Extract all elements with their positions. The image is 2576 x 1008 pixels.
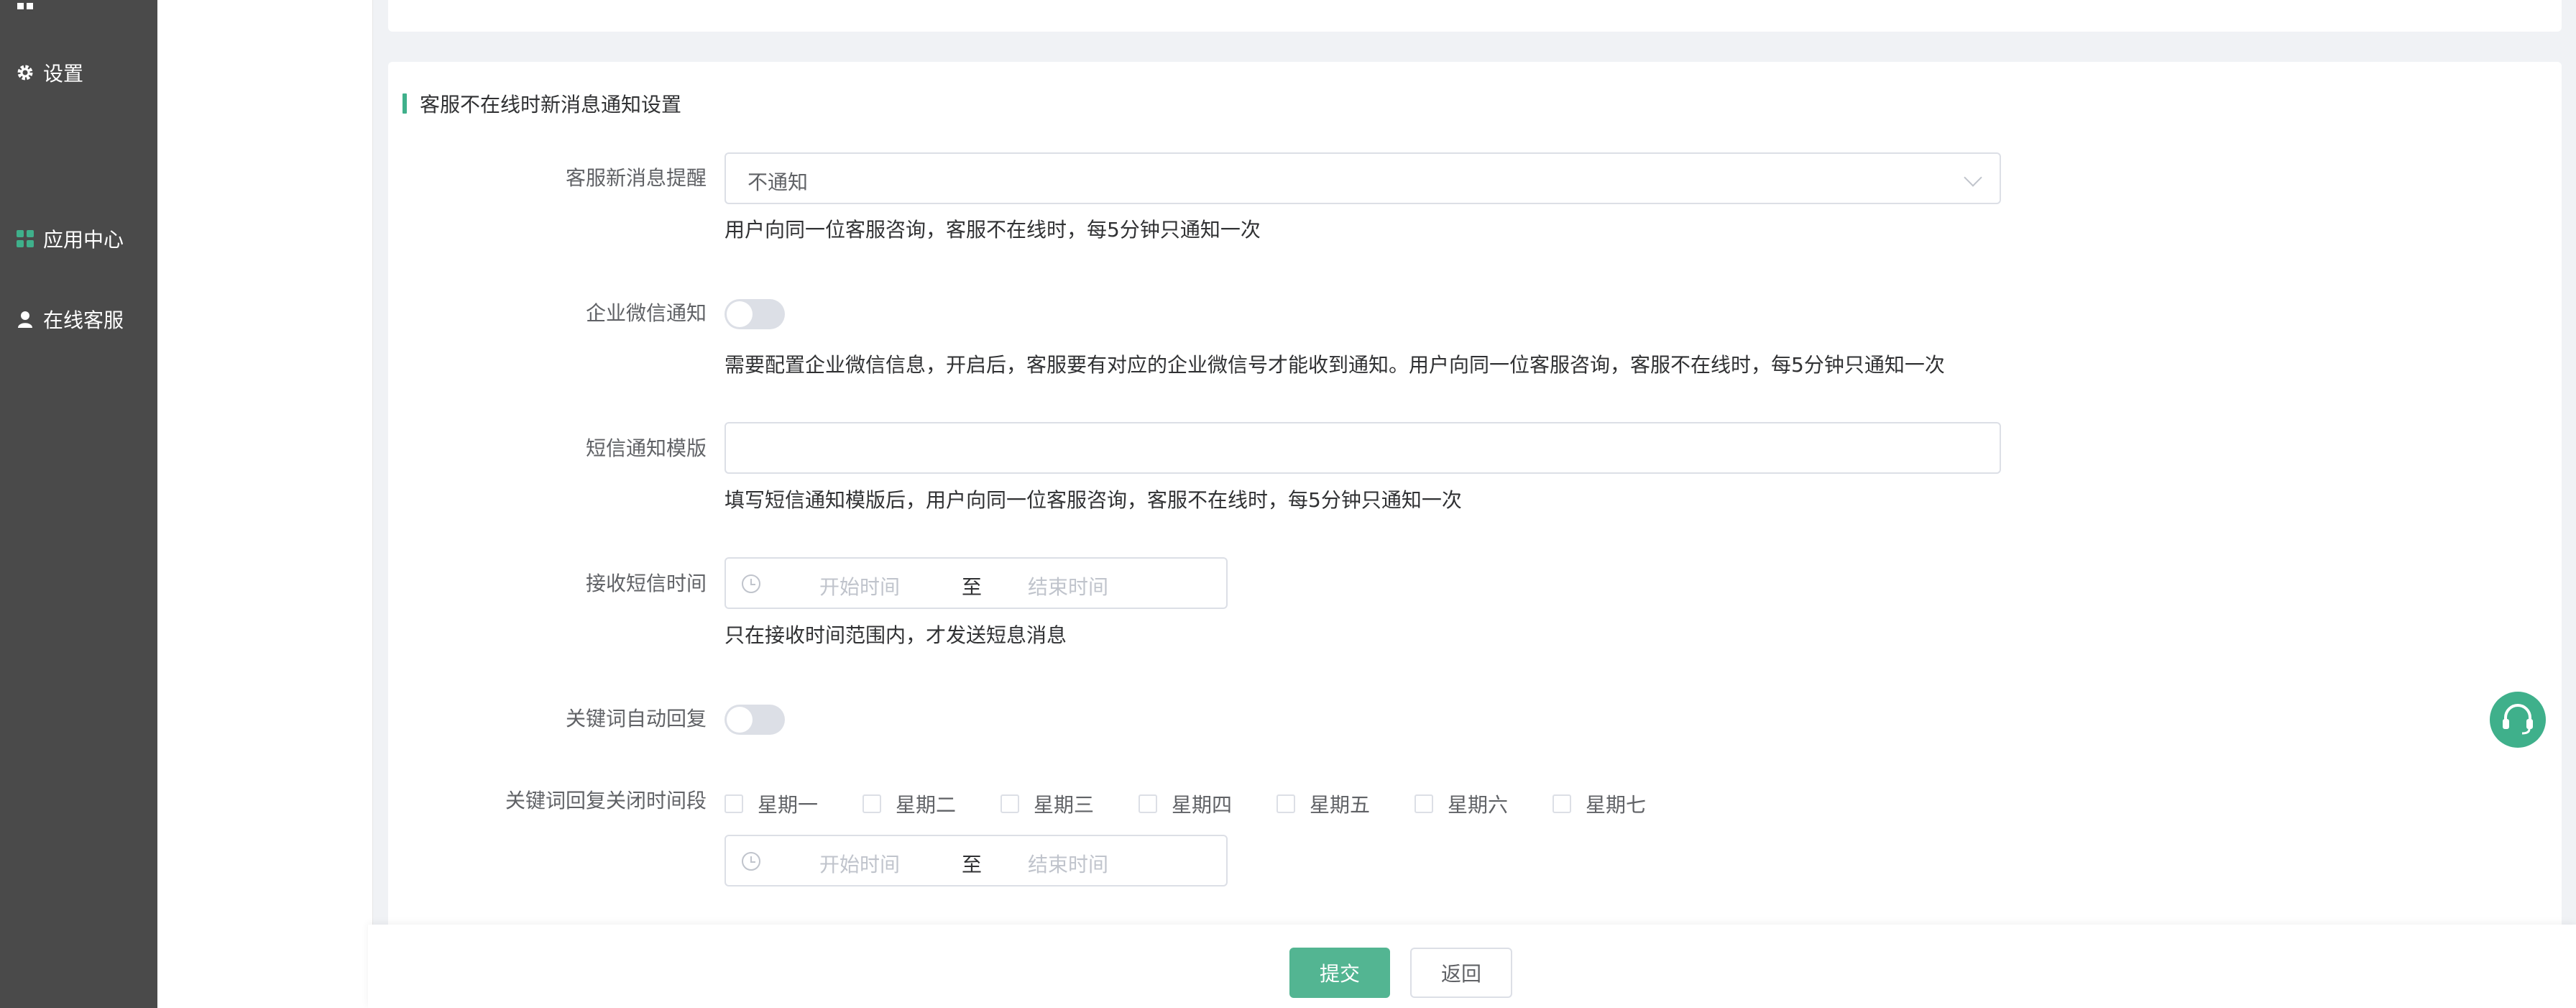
wecom-notify-help: 需要配置企业微信信息，开启后，客服要有对应的企业微信号才能收到通知。用户向同一位… — [724, 353, 1945, 377]
weekday-checkbox-sat[interactable]: 星期六 — [1414, 789, 1552, 818]
section-title: 客服不在线时新消息通知设置 — [402, 91, 681, 116]
customer-service-float-button[interactable] — [2490, 692, 2546, 748]
sidebar-item-online-service[interactable]: 在线客服 — [16, 305, 124, 334]
checkbox[interactable] — [862, 794, 881, 813]
range-separator: 至 — [962, 853, 983, 876]
user-icon — [16, 310, 34, 329]
sidebar-item-settings[interactable]: 设置 — [16, 58, 83, 87]
sms-time-label: 接收短信时间 — [585, 572, 707, 595]
headset-icon — [2503, 704, 2533, 735]
wecom-notify-label: 企业微信通知 — [585, 301, 707, 325]
checkbox[interactable] — [724, 794, 743, 813]
start-time-placeholder[interactable]: 开始时间 — [819, 849, 900, 878]
end-time-placeholder[interactable]: 结束时间 — [1028, 572, 1108, 600]
keyword-off-period-label: 关键词回复关闭时间段 — [505, 789, 707, 812]
top-card — [388, 0, 2562, 32]
start-time-placeholder[interactable]: 开始时间 — [819, 572, 900, 600]
new-msg-reminder-label: 客服新消息提醒 — [565, 166, 707, 190]
wecom-notify-switch[interactable] — [724, 299, 785, 329]
weekday-checkbox-group: 星期一 星期二 星期三 星期四 星期五 星期六 星期七 — [724, 789, 1690, 818]
weekday-checkbox-fri[interactable]: 星期五 — [1276, 789, 1414, 818]
grid-icon — [16, 0, 34, 11]
end-time-placeholder[interactable]: 结束时间 — [1028, 849, 1108, 878]
checkbox[interactable] — [1552, 794, 1571, 813]
back-button[interactable]: 返回 — [1410, 948, 1512, 998]
sms-template-input[interactable] — [724, 422, 2001, 474]
clock-icon — [742, 574, 760, 593]
sidebar-item-app-center[interactable]: 应用中心 — [16, 224, 124, 253]
checkbox[interactable] — [1414, 794, 1433, 813]
sms-template-label: 短信通知模版 — [585, 436, 707, 460]
select-value: 不通知 — [748, 170, 809, 194]
switch-knob — [727, 301, 753, 327]
sms-template-help: 填写短信通知模版后，用户向同一位客服咨询，客服不在线时，每5分钟只通知一次 — [724, 488, 1462, 512]
gear-icon — [16, 63, 34, 82]
keyword-reply-label: 关键词自动回复 — [565, 707, 707, 730]
submenu-panel — [157, 0, 373, 1008]
weekday-checkbox-wed[interactable]: 星期三 — [1000, 789, 1138, 818]
new-msg-reminder-select[interactable]: 不通知 — [724, 152, 2001, 204]
switch-knob — [727, 707, 753, 733]
range-separator: 至 — [962, 575, 983, 599]
new-msg-reminder-help: 用户向同一位客服咨询，客服不在线时，每5分钟只通知一次 — [724, 218, 1261, 242]
checkbox[interactable] — [1138, 794, 1157, 813]
sidebar-item-label: 设置 — [43, 62, 84, 86]
sms-time-range-picker[interactable]: 开始时间 至 结束时间 — [724, 557, 1228, 609]
section-title-text: 客服不在线时新消息通知设置 — [420, 93, 682, 116]
settings-card: 客服不在线时新消息通知设置 客服新消息提醒 不通知 用户向同一位客服咨询，客服不… — [388, 62, 2562, 1008]
section-accent-bar — [402, 93, 407, 114]
weekday-checkbox-mon[interactable]: 星期一 — [724, 789, 862, 818]
weekday-checkbox-thu[interactable]: 星期四 — [1138, 789, 1276, 818]
sms-time-help: 只在接收时间范围内，才发送短息消息 — [724, 623, 1067, 647]
checkbox[interactable] — [1276, 794, 1295, 813]
weekday-checkbox-tue[interactable]: 星期二 — [862, 789, 1000, 818]
keyword-reply-switch[interactable] — [724, 705, 785, 735]
sidebar-item-label: 应用中心 — [43, 228, 124, 252]
keyword-off-time-range-picker[interactable]: 开始时间 至 结束时间 — [724, 835, 1228, 886]
sidebar-item-partial[interactable] — [16, 0, 34, 16]
weekday-checkbox-sun[interactable]: 星期七 — [1552, 789, 1690, 818]
checkbox[interactable] — [1000, 794, 1019, 813]
sidebar: 设置 应用中心 在线客服 — [0, 0, 157, 1008]
bottom-action-bar: 提交 返回 — [368, 925, 2576, 1008]
apps-grid-icon — [16, 229, 34, 248]
chevron-down-icon — [1964, 168, 1982, 187]
submit-button[interactable]: 提交 — [1289, 948, 1390, 998]
sidebar-item-label: 在线客服 — [43, 308, 124, 332]
clock-icon — [742, 852, 760, 871]
